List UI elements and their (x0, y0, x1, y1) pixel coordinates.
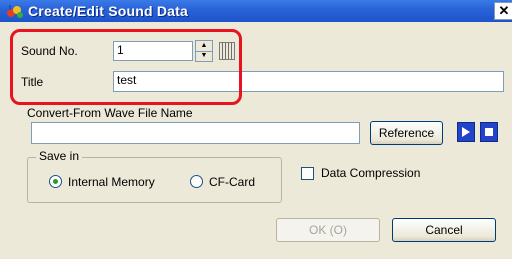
save-in-legend: Save in (36, 149, 83, 163)
cf-card-label[interactable]: CF-Card (209, 175, 255, 189)
stop-button[interactable] (480, 122, 498, 142)
stop-icon (485, 128, 493, 136)
title-bar[interactable]: Create/Edit Sound Data (0, 0, 512, 22)
data-compression-label[interactable]: Data Compression (321, 166, 420, 180)
close-icon: ✕ (498, 3, 510, 18)
reference-button[interactable]: Reference (370, 121, 443, 145)
internal-memory-radio[interactable] (49, 175, 62, 188)
cancel-button[interactable]: Cancel (392, 218, 496, 242)
highlight-annotation (10, 29, 242, 105)
play-button[interactable] (457, 122, 475, 142)
dialog-window: Create/Edit Sound Data ✕ Sound No. 1 ▲ ▼… (0, 0, 512, 259)
convert-label: Convert-From Wave File Name (27, 106, 193, 120)
internal-memory-label[interactable]: Internal Memory (68, 175, 155, 189)
cf-card-radio[interactable] (190, 175, 203, 188)
window-title: Create/Edit Sound Data (28, 3, 188, 19)
ok-button[interactable]: OK (O) (276, 218, 380, 242)
play-icon (462, 127, 470, 137)
sound-app-icon (7, 5, 23, 18)
wave-file-input[interactable] (31, 122, 360, 144)
data-compression-checkbox[interactable] (301, 167, 314, 180)
close-button[interactable]: ✕ (494, 2, 512, 20)
